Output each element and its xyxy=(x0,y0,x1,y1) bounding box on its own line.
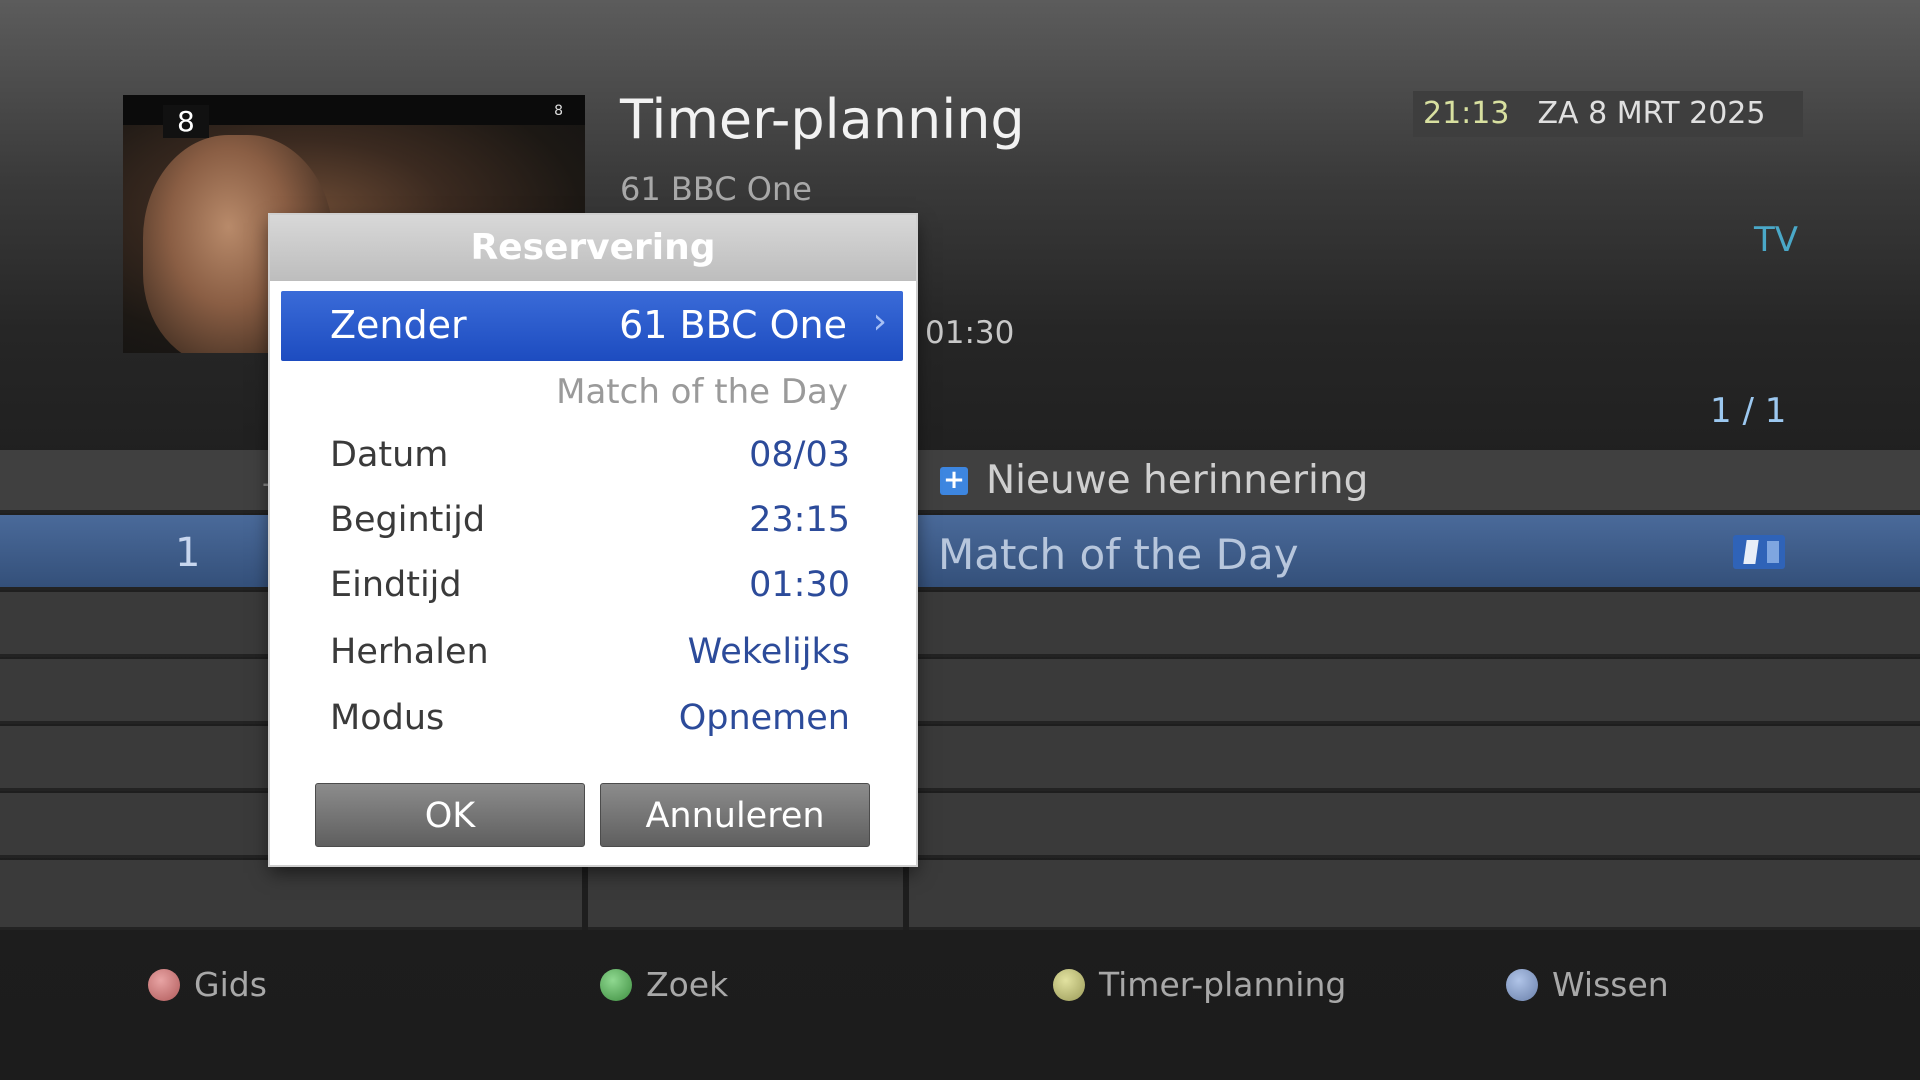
red-button-icon xyxy=(148,968,180,1001)
date-label: Datum xyxy=(330,435,449,475)
preview-channel-badge: 8 xyxy=(554,103,563,119)
row-number: 1 xyxy=(175,530,201,576)
dialog-title: Reservering xyxy=(270,215,916,281)
legend-blue[interactable]: Wissen xyxy=(1506,965,1669,1004)
table-row[interactable] xyxy=(0,860,1920,930)
start-time-value: 23:15 xyxy=(749,500,850,540)
page-indicator: 1 / 1 xyxy=(1710,391,1787,431)
legend-yellow-label: Timer-planning xyxy=(1099,965,1347,1004)
channel-label: Zender xyxy=(330,303,467,347)
page-title: Timer-planning xyxy=(620,88,1025,151)
clock-date: ZA 8 MRT 2025 xyxy=(1537,96,1766,131)
legend-green[interactable]: Zoek xyxy=(600,965,728,1004)
column-divider xyxy=(903,855,909,930)
column-divider xyxy=(582,855,588,930)
channel-selector[interactable]: Zender 61 BBC One › xyxy=(281,291,903,361)
channel-value: 61 BBC One xyxy=(619,303,847,347)
plus-icon: + xyxy=(940,466,968,495)
legend-blue-label: Wissen xyxy=(1552,965,1669,1004)
new-reminder-item[interactable]: + Nieuwe herinnering xyxy=(940,458,1368,503)
row-program-title: Match of the Day xyxy=(938,530,1299,579)
legend-red[interactable]: Gids xyxy=(148,965,267,1004)
yellow-button-icon xyxy=(1053,968,1085,1001)
mode-field-value: Opnemen xyxy=(678,698,850,738)
end-time-value: 01:30 xyxy=(749,565,850,605)
date-field[interactable]: Datum 08/03 xyxy=(330,435,850,485)
current-channel: 61 BBC One xyxy=(620,170,812,208)
ok-button[interactable]: OK xyxy=(315,783,585,847)
end-time-field[interactable]: Eindtijd 01:30 xyxy=(330,565,850,615)
repeat-record-icon xyxy=(1733,535,1785,569)
start-time-field[interactable]: Begintijd 23:15 xyxy=(330,500,850,550)
legend-red-label: Gids xyxy=(194,965,267,1004)
mode-label: TV xyxy=(1754,220,1799,260)
program-end-time: 01:30 xyxy=(925,315,1015,351)
end-time-label: Eindtijd xyxy=(330,565,462,605)
mode-field-label: Modus xyxy=(330,698,445,738)
start-time-label: Begintijd xyxy=(330,500,486,540)
clock-time: 21:13 xyxy=(1423,96,1510,131)
legend-green-label: Zoek xyxy=(646,965,729,1004)
new-reminder-label: Nieuwe herinnering xyxy=(986,458,1369,503)
cancel-button[interactable]: Annuleren xyxy=(600,783,870,847)
date-value: 08/03 xyxy=(749,435,850,475)
repeat-label: Herhalen xyxy=(330,632,489,672)
mode-field[interactable]: Modus Opnemen xyxy=(330,698,850,748)
repeat-field[interactable]: Herhalen Wekelijks xyxy=(330,632,850,682)
reservation-dialog: Reservering Zender 61 BBC One › Match of… xyxy=(270,215,916,865)
clock-panel: 21:13 ZA 8 MRT 2025 xyxy=(1413,91,1803,137)
blue-button-icon xyxy=(1506,968,1538,1001)
legend-yellow[interactable]: Timer-planning xyxy=(1053,965,1346,1004)
chevron-right-icon: › xyxy=(872,301,887,342)
repeat-value: Wekelijks xyxy=(687,632,850,672)
green-button-icon xyxy=(600,968,632,1001)
program-name: Match of the Day xyxy=(556,372,848,412)
preview-channel-number: 8 xyxy=(163,105,209,138)
